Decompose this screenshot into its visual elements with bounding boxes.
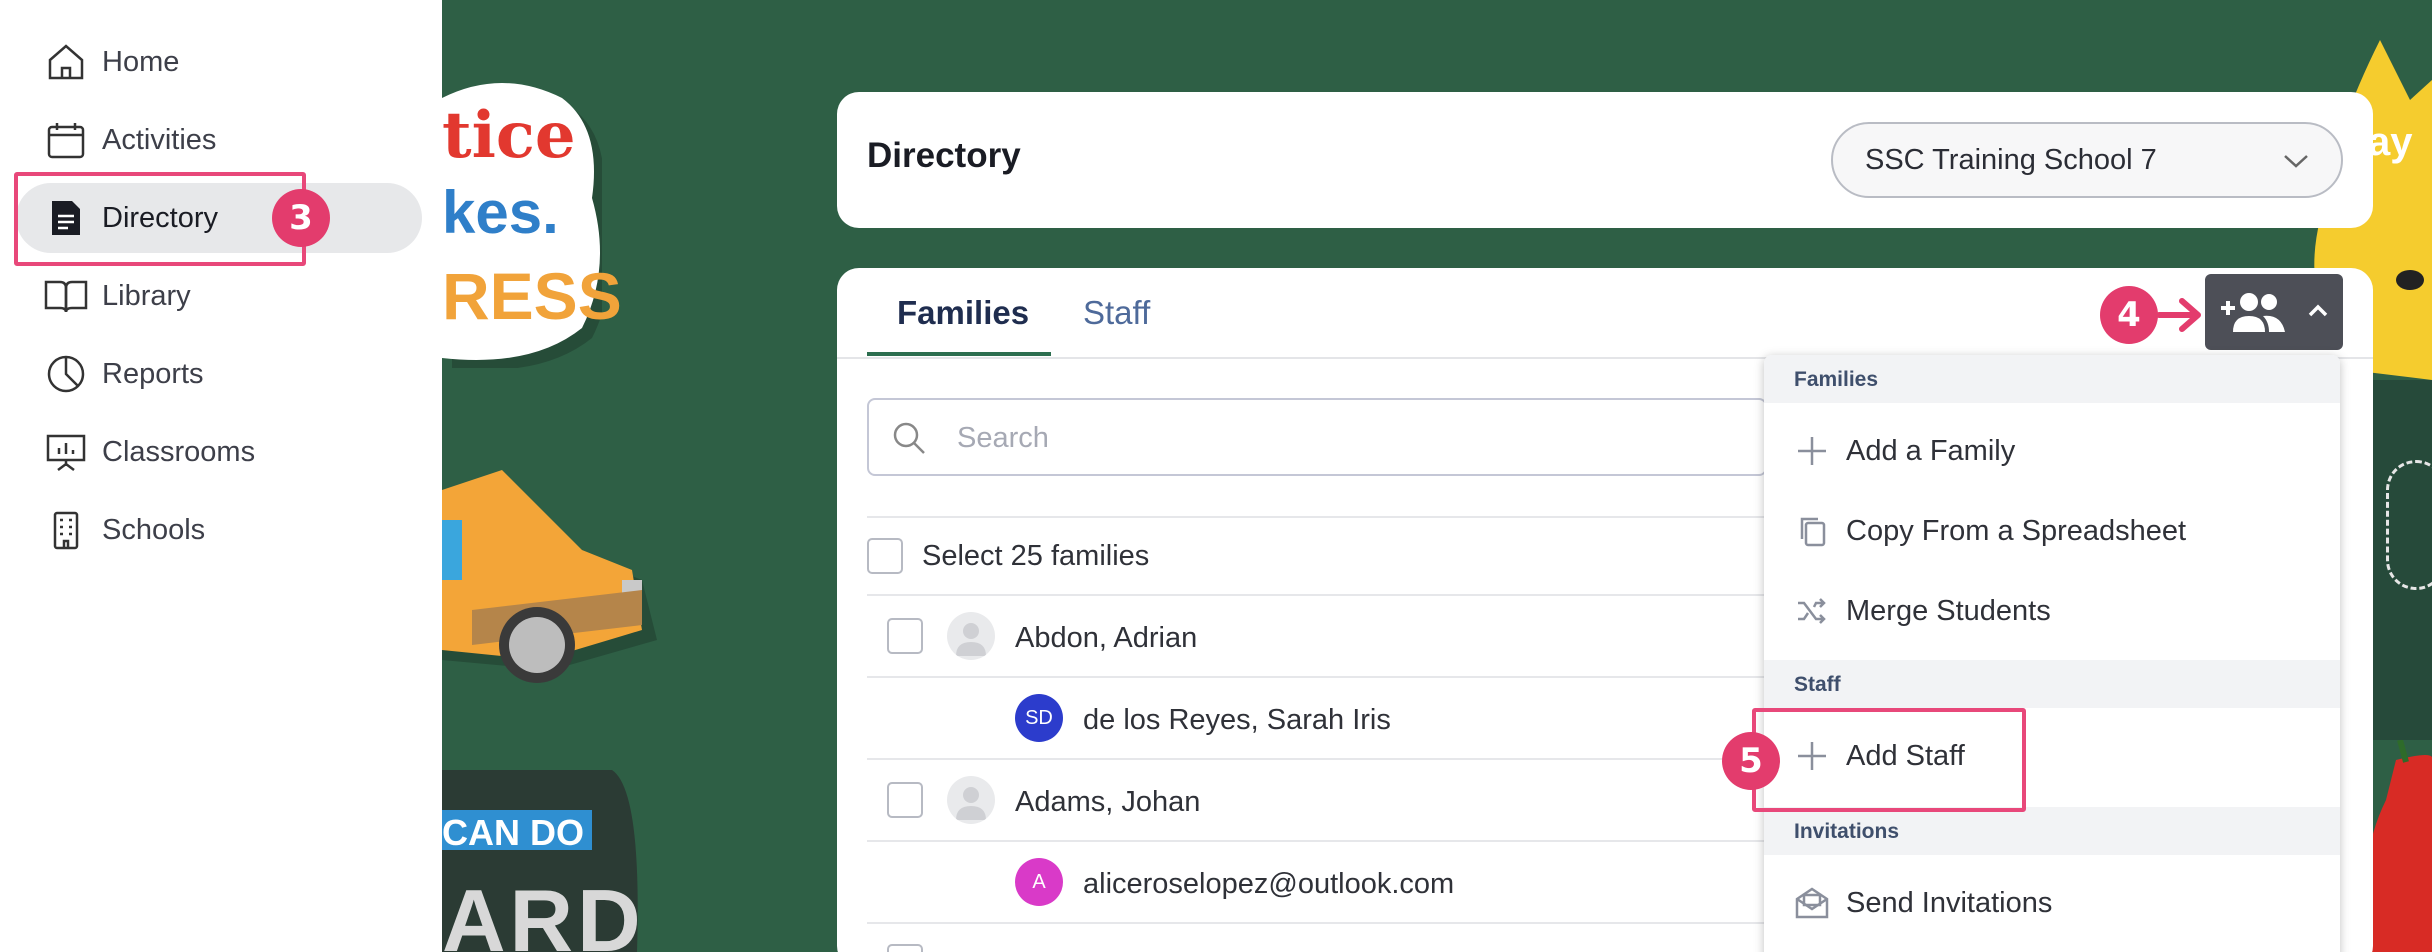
arrow-right-icon [2156, 296, 2204, 339]
presentation-icon [44, 430, 88, 474]
sticker-text: CAN DO [442, 812, 584, 853]
sidebar-item-activities[interactable]: Activities [16, 105, 422, 175]
i-can-do-hard-sticker: CAN DO ARD [442, 770, 642, 952]
divider [867, 922, 1767, 924]
sidebar-item-library[interactable]: Library [16, 261, 422, 331]
plus-icon [1794, 433, 1830, 469]
home-icon [44, 40, 88, 84]
family-name[interactable]: Abdon, Adrian [1015, 622, 1197, 655]
sidebar-item-label: Classrooms [102, 435, 256, 468]
copy-icon [1794, 513, 1830, 549]
sidebar-item-label: Schools [102, 513, 206, 546]
menu-item-label: Merge Students [1846, 595, 2051, 627]
sidebar-item-reports[interactable]: Reports [16, 339, 422, 409]
school-bus-sticker [442, 460, 662, 690]
chalkboard-sticker [2368, 380, 2432, 740]
calendar-icon [44, 118, 88, 162]
search-input[interactable]: Search [867, 398, 1767, 476]
chevron-up-icon [2307, 300, 2329, 327]
divider [867, 758, 1767, 760]
sticker-text: RESS [442, 259, 622, 333]
avatar [947, 776, 995, 824]
sidebar-item-label: Reports [102, 357, 204, 390]
row-checkbox[interactable] [887, 944, 923, 952]
envelope-icon [1794, 885, 1830, 921]
menu-item-label: Copy From a Spreadsheet [1846, 515, 2187, 547]
add-people-menu-button[interactable] [2205, 274, 2343, 350]
sticker-text: ay [2368, 120, 2413, 164]
row-checkbox[interactable] [887, 618, 923, 654]
menu-section-label: Staff [1794, 673, 1841, 696]
tab-families[interactable]: Families [897, 294, 1029, 332]
callout-highlight [1752, 708, 2026, 812]
sticker-text: ARD [442, 871, 645, 952]
active-tab-indicator [867, 352, 1051, 356]
family-name[interactable]: Adams, Johan [1015, 786, 1200, 819]
avatar: SD [1015, 694, 1063, 742]
sidebar-item-label: Library [102, 279, 191, 312]
copy-spreadsheet-menu-item[interactable]: Copy From a Spreadsheet [1764, 493, 2340, 571]
step-badge: 3 [272, 189, 330, 247]
menu-section-invitations: Invitations [1764, 807, 2340, 855]
guardian-name[interactable]: de los Reyes, Sarah Iris [1083, 704, 1391, 737]
school-select[interactable]: SSC Training School 7 [1831, 122, 2343, 198]
divider [867, 594, 1767, 596]
send-invitations-menu-item[interactable]: Send Invitations [1764, 865, 2340, 943]
menu-item-label: Send Invitations [1846, 887, 2053, 919]
pie-chart-icon [44, 352, 88, 396]
building-icon [44, 508, 88, 552]
add-group-icon [2219, 290, 2289, 339]
search-icon [891, 420, 927, 461]
search-placeholder: Search [957, 422, 1049, 454]
divider [867, 516, 1767, 518]
select-all-checkbox[interactable] [867, 538, 903, 574]
chevron-down-icon [2281, 146, 2311, 181]
menu-section-label: Families [1794, 368, 1879, 391]
guardian-email[interactable]: aliceroselopez@outlook.com [1083, 868, 1454, 901]
tab-staff[interactable]: Staff [1083, 294, 1150, 332]
book-icon [44, 274, 88, 318]
apple-sticker [2363, 739, 2432, 952]
avatar: A [1015, 858, 1063, 906]
callout-highlight [14, 172, 306, 266]
sidebar-item-label: Activities [102, 123, 217, 156]
select-all-label: Select 25 families [922, 540, 1150, 572]
step-badge: 4 [2100, 286, 2158, 344]
divider [867, 676, 1767, 678]
step-badge: 5 [1722, 732, 1780, 790]
sidebar-item-schools[interactable]: Schools [16, 495, 422, 565]
sidebar: Home Activities Directory Library Report… [0, 0, 442, 952]
menu-item-label: Add a Family [1846, 435, 2016, 467]
row-checkbox[interactable] [887, 782, 923, 818]
menu-section-families: Families [1764, 355, 2340, 403]
sidebar-item-label: Home [102, 45, 180, 78]
page-title: Directory [867, 136, 1021, 175]
practice-sticker: tice kes. RESS [442, 68, 622, 370]
merge-students-menu-item[interactable]: Merge Students [1764, 573, 2340, 651]
sticker-text: kes. [442, 179, 559, 246]
sticker-text: tice [442, 98, 576, 173]
sidebar-item-classrooms[interactable]: Classrooms [16, 417, 422, 487]
avatar [947, 612, 995, 660]
menu-section-label: Invitations [1794, 820, 1900, 843]
add-family-menu-item[interactable]: Add a Family [1764, 413, 2340, 491]
add-people-dropdown: Families Add a Family Copy From a Spread… [1764, 355, 2340, 952]
school-select-value: SSC Training School 7 [1865, 143, 2157, 176]
header-card: Directory SSC Training School 7 [837, 92, 2373, 228]
divider [867, 840, 1767, 842]
menu-section-staff: Staff [1764, 660, 2340, 708]
sidebar-item-home[interactable]: Home [16, 27, 422, 97]
shuffle-icon [1794, 593, 1830, 629]
